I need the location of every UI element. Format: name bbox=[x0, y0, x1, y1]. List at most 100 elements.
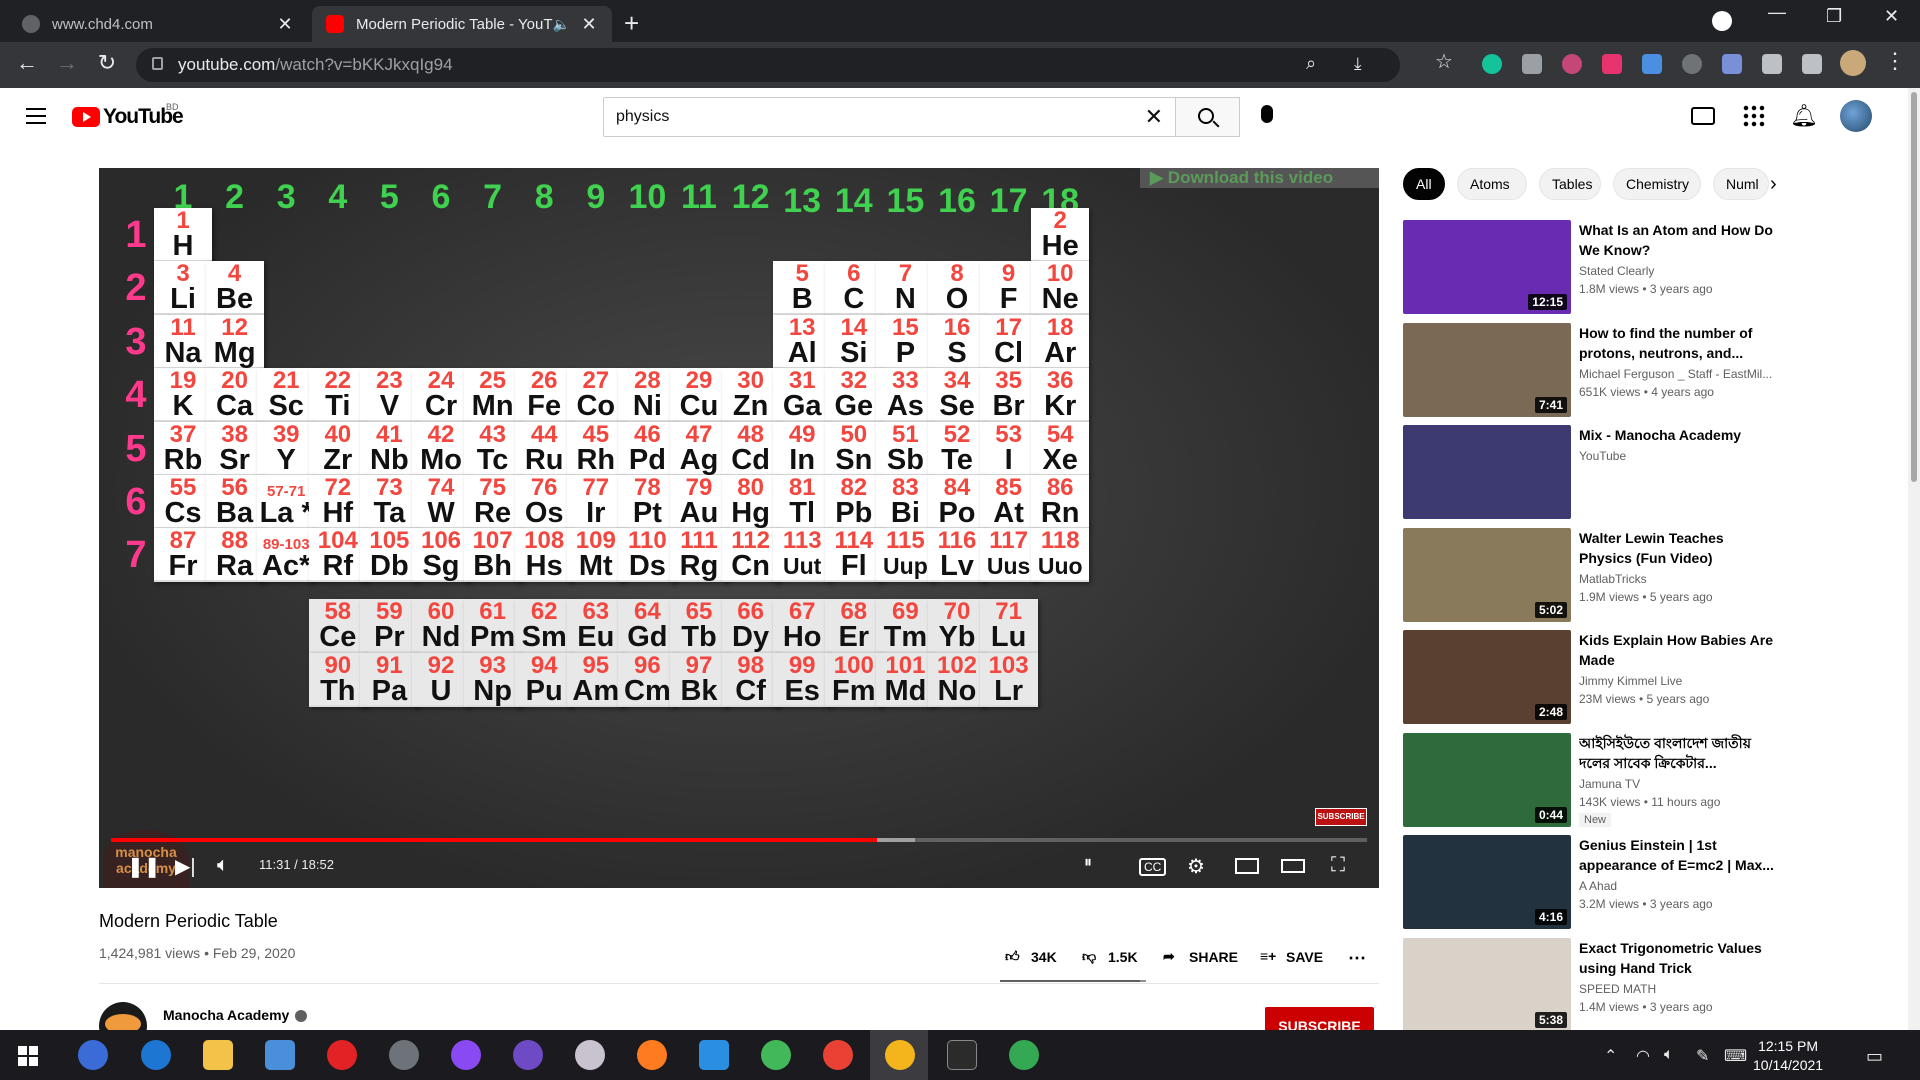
theater-mode-icon[interactable] bbox=[1281, 859, 1305, 873]
tab-youtube[interactable]: Modern Periodic Table - YouT 🔈 ✕ bbox=[312, 6, 612, 42]
notification-center-icon[interactable]: ▭ bbox=[1866, 1046, 1883, 1067]
recommendation-channel[interactable]: Jimmy Kimmel Live bbox=[1579, 674, 1779, 688]
recommendation-item[interactable]: 5:02 Walter Lewin Teaches Physics (Fun Vi… bbox=[1403, 527, 1908, 622]
zoom-icon[interactable]: ⌕ bbox=[1306, 53, 1316, 74]
recommendation-title[interactable]: What Is an Atom and How Do We Know? bbox=[1579, 220, 1779, 260]
video-thumbnail[interactable]: 12:15 bbox=[1403, 220, 1571, 314]
mail-icon[interactable] bbox=[265, 1040, 295, 1070]
profile-avatar-icon[interactable] bbox=[1840, 50, 1866, 76]
wifi-icon[interactable]: ◠ bbox=[1636, 1046, 1650, 1066]
notifications-bell-icon[interactable]: 🔔︎ bbox=[1790, 104, 1818, 128]
recommendation-item[interactable]: 2:48 Kids Explain How Babies Are Made Jimm… bbox=[1403, 630, 1908, 724]
puzzle-icon[interactable] bbox=[1762, 54, 1782, 74]
recommendation-channel[interactable]: A Ahad bbox=[1579, 879, 1779, 893]
dislike-button[interactable]: 👎︎ 1.5K bbox=[1082, 948, 1138, 966]
new-tab-button[interactable]: + bbox=[624, 8, 639, 39]
recommendation-channel[interactable]: Michael Ferguson _ Staff - EastMil... bbox=[1579, 367, 1779, 381]
recommendation-title[interactable]: Kids Explain How Babies Are Made bbox=[1579, 630, 1779, 670]
recommendation-title[interactable]: Walter Lewin Teaches Physics (Fun Video) bbox=[1579, 528, 1779, 568]
search-input[interactable]: physics ✕ bbox=[603, 97, 1176, 137]
video-player[interactable]: 123456789101112131415161718IA12345671H2H… bbox=[99, 168, 1379, 888]
download-extension-icon[interactable] bbox=[1642, 54, 1662, 74]
recommendation-item[interactable]: 7:41 How to find the number of protons, n… bbox=[1403, 322, 1908, 417]
opera-icon[interactable] bbox=[327, 1040, 357, 1070]
minimize-button[interactable]: — bbox=[1768, 2, 1786, 23]
chip-all[interactable]: All bbox=[1403, 168, 1445, 200]
extension-icon[interactable] bbox=[1682, 54, 1702, 74]
install-icon[interactable]: ⤓ bbox=[1354, 54, 1362, 74]
video-thumbnail[interactable]: 4:16 bbox=[1403, 835, 1571, 929]
progress-bar[interactable] bbox=[111, 838, 1367, 842]
chevron-up-icon[interactable]: ⌃ bbox=[1604, 1046, 1617, 1066]
recommendation-item[interactable]: 12:15 What Is an Atom and How Do We Know?… bbox=[1403, 220, 1908, 314]
video-thumbnail[interactable]: 0:44 bbox=[1403, 732, 1571, 827]
recommendation-title[interactable]: Mix - Manocha Academy bbox=[1579, 425, 1779, 445]
chip-atoms[interactable]: Atoms bbox=[1457, 168, 1527, 200]
save-button[interactable]: ≡+ SAVE bbox=[1260, 948, 1323, 966]
extension-play-icon[interactable] bbox=[1602, 54, 1622, 74]
create-video-icon[interactable] bbox=[1691, 107, 1715, 125]
recommendation-item[interactable]: 4:16 Genius Einstein | 1st appearance of … bbox=[1403, 835, 1908, 929]
fullscreen-icon[interactable]: ⛶ bbox=[1331, 854, 1345, 877]
apps-grid-icon[interactable] bbox=[1742, 104, 1766, 128]
edge-browser-icon[interactable] bbox=[141, 1040, 171, 1070]
video-thumbnail[interactable]: 5:38 bbox=[1403, 937, 1571, 1032]
video-thumbnail[interactable] bbox=[1403, 425, 1571, 519]
more-actions-icon[interactable]: ⋯ bbox=[1348, 948, 1366, 969]
clear-search-icon[interactable]: ✕ bbox=[1145, 104, 1163, 130]
tab-search-icon[interactable] bbox=[1712, 11, 1732, 31]
chrome-icon[interactable] bbox=[885, 1040, 915, 1070]
recommendation-title[interactable]: Exact Trigonometric Values using Hand Tr… bbox=[1579, 938, 1779, 978]
recommendation-channel[interactable]: YouTube bbox=[1579, 449, 1779, 463]
pause-icon[interactable]: ❚❚ bbox=[127, 854, 161, 879]
scrollbar[interactable] bbox=[1908, 88, 1920, 1030]
chip-numl[interactable]: Numl bbox=[1713, 168, 1769, 200]
chip-chemistry[interactable]: Chemistry bbox=[1613, 168, 1701, 200]
volume-icon[interactable]: 🔈︎ bbox=[217, 854, 229, 877]
miniplayer-toggle-icon[interactable]: ⏸ bbox=[1084, 854, 1092, 872]
captions-icon[interactable]: CC bbox=[1139, 858, 1167, 876]
clock[interactable]: 12:15 PM 10/14/2021 bbox=[1753, 1037, 1823, 1075]
menu-icon[interactable] bbox=[26, 108, 46, 124]
recommendation-channel[interactable]: SPEED MATH bbox=[1579, 982, 1779, 996]
recommendation-channel[interactable]: Jamuna TV bbox=[1579, 777, 1779, 791]
recommendation-channel[interactable]: MatlabTricks bbox=[1579, 572, 1779, 586]
video-thumbnail[interactable]: 7:41 bbox=[1403, 322, 1571, 417]
recommendation-item[interactable]: 5:38 Exact Trigonometric Values using Han… bbox=[1403, 937, 1908, 1032]
bookmark-star-icon[interactable]: ☆ bbox=[1429, 49, 1459, 74]
recommendation-title[interactable]: Genius Einstein | 1st appearance of E=mc… bbox=[1579, 835, 1779, 875]
forward-button[interactable]: → bbox=[52, 50, 82, 76]
recommendation-title[interactable]: আইসিইউতে বাংলাদেশ জাতীয় দলের সাবেক ক্রি… bbox=[1579, 733, 1779, 773]
chip-tables[interactable]: Tables bbox=[1539, 168, 1601, 200]
keyboard-icon[interactable]: ⌨ bbox=[1724, 1046, 1747, 1066]
recommendation-item[interactable]: Mix - Manocha Academy YouTube bbox=[1403, 425, 1908, 519]
video-thumbnail[interactable]: 2:48 bbox=[1403, 630, 1571, 724]
recommendation-title[interactable]: How to find the number of protons, neutr… bbox=[1579, 323, 1779, 363]
youtube-logo-icon[interactable] bbox=[72, 107, 100, 127]
app-icon[interactable] bbox=[761, 1040, 791, 1070]
video-thumbnail[interactable]: 5:02 bbox=[1403, 527, 1571, 622]
maximize-button[interactable]: ❐ bbox=[1826, 6, 1842, 27]
search-button[interactable] bbox=[1176, 97, 1240, 137]
subscribe-watermark-badge[interactable]: SUBSCRIBE bbox=[1315, 808, 1367, 826]
microphone-icon[interactable] bbox=[1261, 105, 1273, 123]
back-button[interactable]: ← bbox=[12, 50, 42, 76]
chrome-icon[interactable] bbox=[1009, 1040, 1039, 1070]
firefox-icon[interactable] bbox=[637, 1040, 667, 1070]
next-icon[interactable]: ▶| bbox=[175, 854, 196, 879]
window-close-button[interactable]: ✕ bbox=[1884, 6, 1899, 27]
grammarly-icon[interactable] bbox=[1482, 54, 1502, 74]
search-app-icon[interactable] bbox=[78, 1040, 108, 1070]
chevron-right-icon[interactable]: › bbox=[1770, 173, 1777, 196]
close-icon[interactable]: ✕ bbox=[276, 14, 294, 35]
messenger-icon[interactable] bbox=[451, 1040, 481, 1070]
chrome-menu-icon[interactable]: ⋮ bbox=[1880, 48, 1910, 74]
avatar[interactable] bbox=[1840, 100, 1872, 132]
terminal-icon[interactable] bbox=[947, 1040, 977, 1070]
address-bar[interactable]: youtube.com/watch?v=bKKJkxqIg94 ⤓ ⌕ bbox=[136, 48, 1400, 82]
extension-icon[interactable] bbox=[1562, 54, 1582, 74]
share-button[interactable]: ➦ SHARE bbox=[1163, 948, 1238, 966]
scrollbar-thumb[interactable] bbox=[1911, 92, 1917, 482]
file-explorer-icon[interactable] bbox=[203, 1040, 233, 1070]
satellite-app-icon[interactable] bbox=[389, 1040, 419, 1070]
